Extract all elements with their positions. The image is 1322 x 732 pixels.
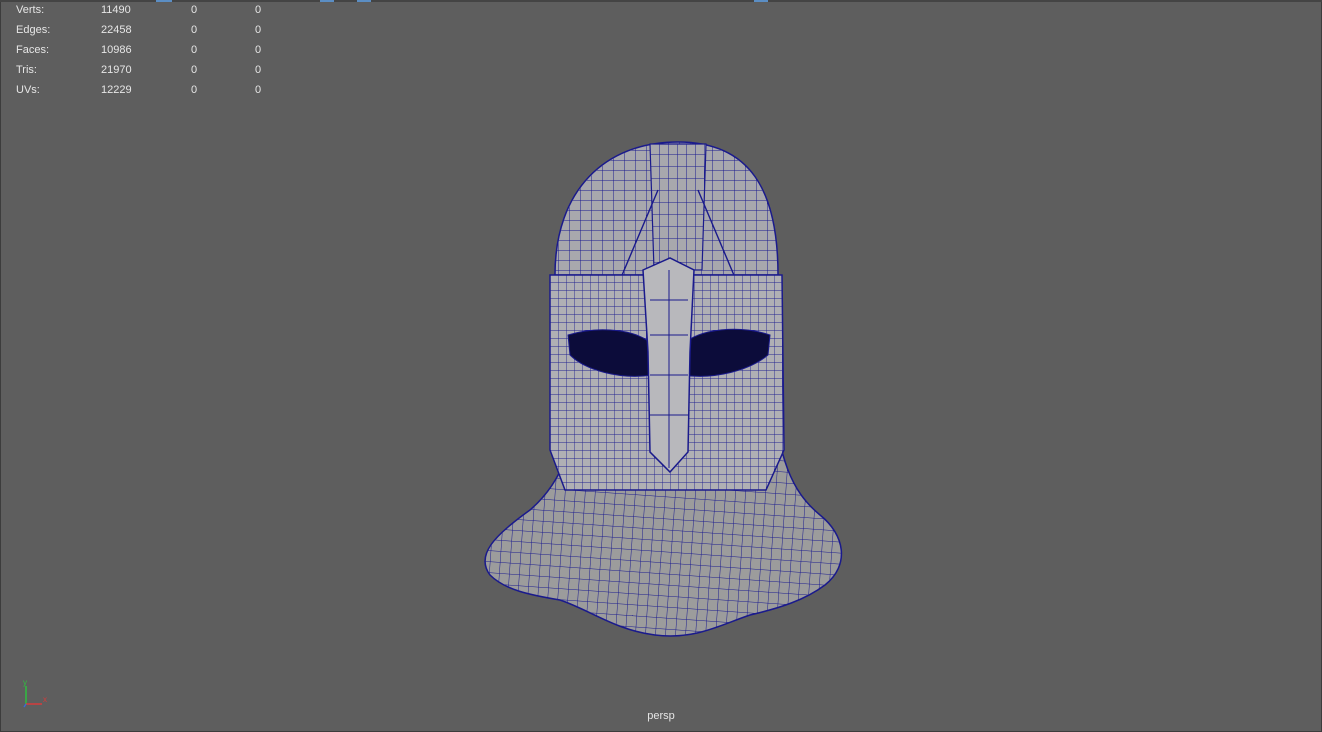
hud-label: Tris: xyxy=(16,64,37,76)
hud-label: Edges: xyxy=(16,24,51,36)
hud-selected: 0 xyxy=(191,44,198,56)
hud-total: 22458 xyxy=(101,24,132,36)
hud-label: Faces: xyxy=(16,44,50,56)
toolbar-active-indicator xyxy=(156,0,172,2)
camera-name-label: persp xyxy=(647,710,675,722)
hud-total: 12229 xyxy=(101,84,132,96)
toolbar-active-indicator xyxy=(754,0,768,2)
hud-selected: 0 xyxy=(191,4,198,16)
hud-selected: 0 xyxy=(191,84,198,96)
hud-total: 10986 xyxy=(101,44,132,56)
toolbar-active-indicator xyxy=(357,0,371,2)
viewport-panel[interactable]: Verts: 11490 0 0 Edges: 22458 0 0 Faces:… xyxy=(0,0,1322,732)
hud-component: 0 xyxy=(255,64,262,76)
hud-component: 0 xyxy=(255,4,262,16)
axis-x-label: x xyxy=(43,695,47,704)
hud-selected: 0 xyxy=(191,24,198,36)
hud-component: 0 xyxy=(255,84,262,96)
hud-total: 21970 xyxy=(101,64,132,76)
hud-component: 0 xyxy=(255,44,262,56)
hud-label: UVs: xyxy=(16,84,40,96)
toolbar-active-indicator xyxy=(320,0,334,2)
hud-selected: 0 xyxy=(191,64,198,76)
axis-y-label: y xyxy=(23,678,27,687)
nose-guard-mesh xyxy=(642,257,695,474)
axis-gizmo-icon: y x xyxy=(18,678,52,712)
hud-label: Verts: xyxy=(16,4,45,16)
toolbar-strip xyxy=(0,0,1322,2)
hud-total: 11490 xyxy=(101,4,131,16)
hud-component: 0 xyxy=(255,24,262,36)
helmet-mesh-icon[interactable] xyxy=(470,130,860,650)
